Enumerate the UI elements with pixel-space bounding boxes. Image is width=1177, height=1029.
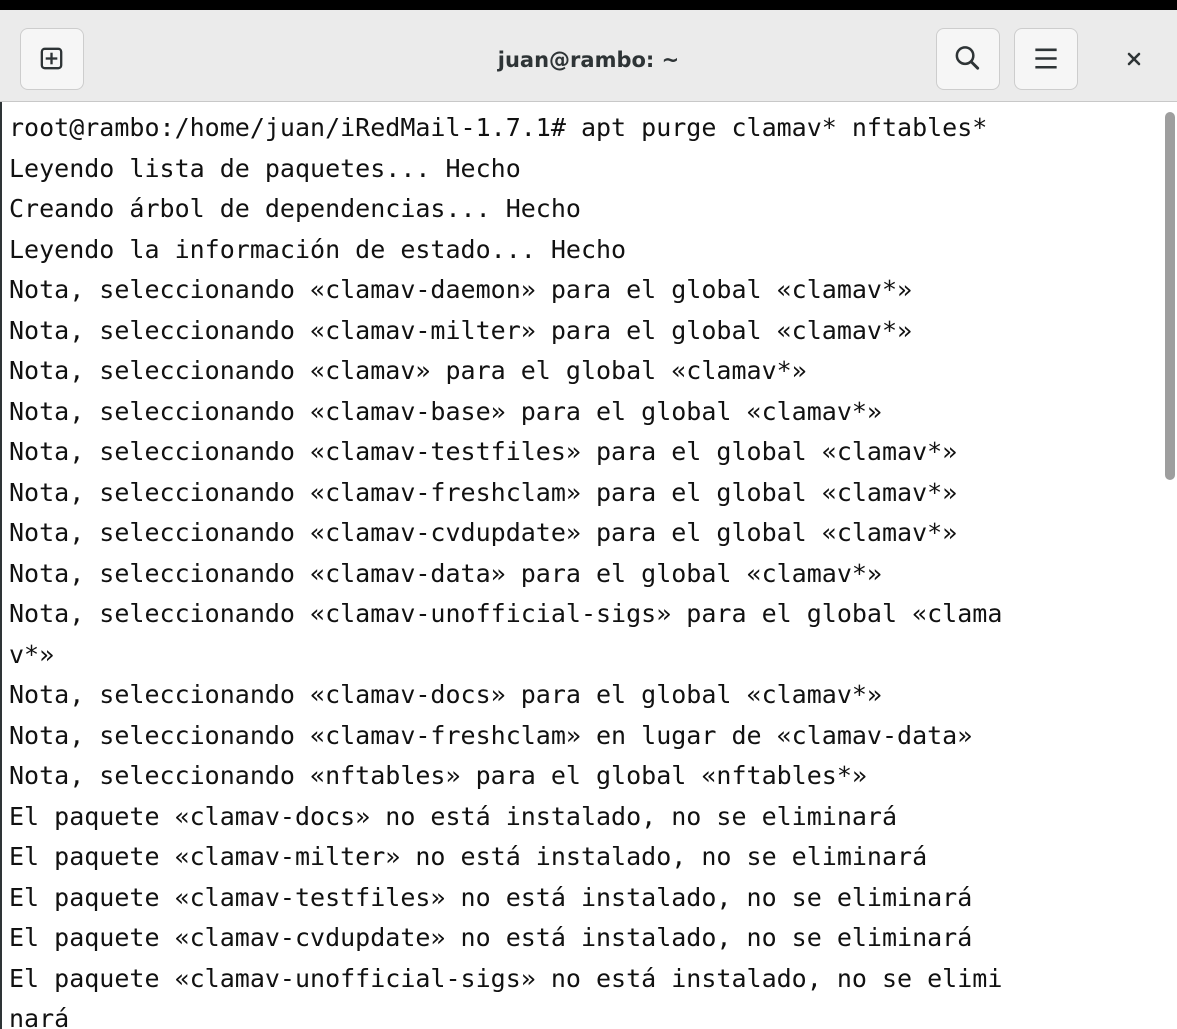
terminal-line: Leyendo la información de estado... Hech… [9,234,627,264]
header-bar: juan@rambo: ~ [0,10,1177,102]
terminal-line: Nota, seleccionando «clamav-milter» para… [9,315,913,345]
terminal-line: El paquete «clamav-docs» no está instala… [9,801,898,831]
terminal-output[interactable]: root@rambo:/home/juan/iRedMail-1.7.1# ap… [9,108,1161,1029]
scrollbar-thumb[interactable] [1165,112,1175,480]
terminal-line: root@rambo:/home/juan/iRedMail-1.7.1# ap… [9,113,988,142]
terminal-line: v*» [9,639,55,669]
hamburger-menu-icon [1035,48,1057,69]
terminal-line: Nota, seleccionando «nftables» para el g… [9,761,867,790]
terminal-line: Creando árbol de dependencias... Hecho [9,194,581,223]
close-icon [1127,52,1141,66]
close-button[interactable] [1112,36,1156,82]
terminal-line: Leyendo lista de paquetes... Hecho [9,153,521,183]
terminal-line: Nota, seleccionando «clamav» para el glo… [9,356,807,385]
terminal-line: El paquete «clamav-testfiles» no está in… [9,882,973,912]
terminal-line: Nota, seleccionando «clamav-base» para e… [9,396,882,426]
menu-button[interactable] [1014,28,1078,90]
window-title: juan@rambo: ~ [497,48,680,72]
terminal-line: Nota, seleccionando «clamav-unofficial-s… [9,599,1003,628]
window-top-edge [0,0,1177,10]
terminal-line: Nota, seleccionando «clamav-daemon» para… [9,275,913,304]
terminal-line: Nota, seleccionando «clamav-docs» para e… [9,680,882,709]
search-button[interactable] [936,28,1000,90]
terminal-line: El paquete «clamav-milter» no está insta… [9,842,928,871]
window-left-border [0,102,2,1029]
terminal-line: Nota, seleccionando «clamav-cvdupdate» p… [9,518,958,547]
terminal-line: Nota, seleccionando «clamav-freshclam» e… [9,720,973,750]
terminal-line: El paquete «clamav-unofficial-sigs» no e… [9,963,1003,993]
terminal-line: El paquete «clamav-cvdupdate» no está in… [9,923,973,952]
terminal-line: Nota, seleccionando «clamav-freshclam» p… [9,477,958,507]
terminal-line: Nota, seleccionando «clamav-data» para e… [9,558,882,588]
terminal-line: Nota, seleccionando «clamav-testfiles» p… [9,437,958,466]
terminal-line: nará [9,1004,70,1029]
search-icon [955,46,980,70]
